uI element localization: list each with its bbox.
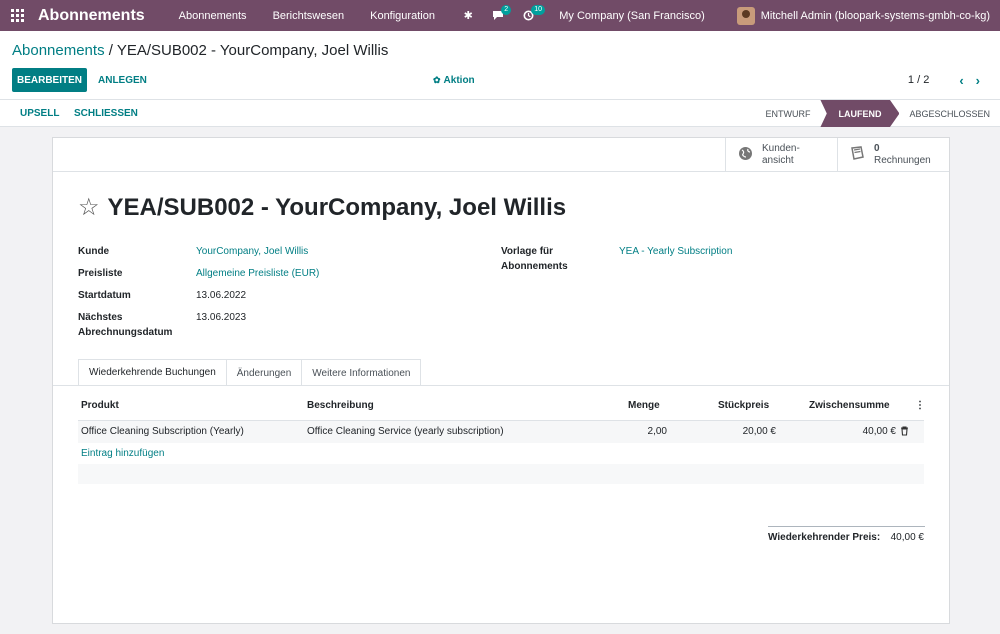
column-subtotal[interactable]: Zwischensumme xyxy=(809,400,890,411)
row-unit-price[interactable]: 20,00 € xyxy=(743,426,776,437)
stage-closed[interactable]: ABGESCHLOSSEN xyxy=(899,100,1000,127)
row-description[interactable]: Office Cleaning Service (yearly subscrip… xyxy=(307,426,504,437)
next-invoice-date-field[interactable]: 13.06.2023 xyxy=(196,310,246,325)
next-invoice-date-label: Nächstes Abrechnungsdatum xyxy=(78,310,172,340)
recurring-price-value: 40,00 € xyxy=(890,532,924,543)
breadcrumb-parent[interactable]: Abonnements xyxy=(12,42,105,59)
template-field[interactable]: YEA - Yearly Subscription xyxy=(619,244,732,259)
app-brand[interactable]: Abonnements xyxy=(38,7,145,25)
next-invoice-label-line2: Abrechnungsdatum xyxy=(78,327,173,338)
start-date-field[interactable]: 13.06.2022 xyxy=(196,288,246,303)
user-menu[interactable]: Mitchell Admin (bloopark-systems-gmbh-co… xyxy=(761,10,990,22)
upsell-button[interactable]: UPSELL xyxy=(20,100,59,127)
smart-button-box: Kunden-ansicht 0 Rechnungen xyxy=(53,138,949,172)
empty-table-row xyxy=(78,464,924,484)
stage-draft[interactable]: ENTWURF xyxy=(755,100,820,127)
chat-icon[interactable]: 2 xyxy=(483,0,513,31)
template-label: Vorlage für Abonnements xyxy=(501,244,568,274)
portal-label-line1: Kunden- xyxy=(762,143,800,154)
action-label: Aktion xyxy=(443,74,475,86)
start-date-label: Startdatum xyxy=(78,290,131,301)
stage-in-progress[interactable]: LAUFEND xyxy=(820,100,900,127)
record-title: YEA/SUB002 - YourCompany, Joel Willis xyxy=(107,193,567,221)
next-invoice-label-line1: Nächstes xyxy=(78,312,123,323)
totals-divider xyxy=(768,526,925,527)
customer-portal-button[interactable]: Kunden-ansicht xyxy=(725,138,837,172)
pricelist-field[interactable]: Allgemeine Preisliste (EUR) xyxy=(196,266,319,281)
breadcrumb: Abonnements / YEA/SUB002 - YourCompany, … xyxy=(12,42,388,59)
top-navbar: Abonnements Abonnements Berichtswesen Ko… xyxy=(0,0,1000,31)
row-product[interactable]: Office Cleaning Subscription (Yearly) xyxy=(81,426,244,437)
gear-icon: ✿ xyxy=(433,74,441,85)
avatar[interactable] xyxy=(736,6,755,25)
column-quantity[interactable]: Menge xyxy=(628,400,660,411)
pricelist-label: Preisliste xyxy=(78,268,123,279)
title-row: ☆ YEA/SUB002 - YourCompany, Joel Willis xyxy=(78,193,566,222)
customer-field[interactable]: YourCompany, Joel Willis xyxy=(196,244,308,259)
bug-icon[interactable]: ✱ xyxy=(453,0,483,31)
breadcrumb-current: YEA/SUB002 - YourCompany, Joel Willis xyxy=(116,42,389,59)
company-switcher[interactable]: My Company (San Francisco) xyxy=(559,10,705,22)
chevron-right-icon[interactable]: › xyxy=(976,73,980,88)
portal-label-line2: ansicht xyxy=(762,155,794,166)
chevron-left-icon[interactable]: ‹ xyxy=(959,73,963,88)
column-description[interactable]: Beschreibung xyxy=(307,400,374,411)
star-icon[interactable]: ☆ xyxy=(78,193,100,222)
breadcrumb-separator: / xyxy=(104,42,117,59)
close-button[interactable]: SCHLIESSEN xyxy=(74,100,138,127)
column-product[interactable]: Produkt xyxy=(81,400,119,411)
control-panel: Abonnements / YEA/SUB002 - YourCompany, … xyxy=(0,31,1000,127)
pager: 1 / 2 ‹ › xyxy=(908,68,980,92)
main-menu: Abonnements Berichtswesen Konfiguration xyxy=(179,10,461,22)
row-quantity[interactable]: 2,00 xyxy=(648,426,667,437)
create-button[interactable]: ANLEGEN xyxy=(98,68,147,92)
activity-badge: 10 xyxy=(531,5,546,15)
menu-item-subscriptions[interactable]: Abonnements xyxy=(179,10,247,22)
form-sheet: Kunden-ansicht 0 Rechnungen ☆ YEA/SUB002 … xyxy=(52,137,950,624)
pager-value[interactable]: 1 / 2 xyxy=(908,74,929,86)
menu-item-reporting[interactable]: Berichtswesen xyxy=(273,10,345,22)
tab-other-info[interactable]: Weitere Informationen xyxy=(301,359,422,386)
tab-recurring-lines[interactable]: Wiederkehrende Buchungen xyxy=(78,359,227,386)
invoices-button[interactable]: 0 Rechnungen xyxy=(837,138,949,172)
customer-label: Kunde xyxy=(78,246,110,257)
row-subtotal[interactable]: 40,00 € xyxy=(863,426,896,437)
trash-icon[interactable] xyxy=(900,426,909,439)
activity-icon[interactable]: 10 xyxy=(513,0,546,31)
edit-button[interactable]: BEARBEITEN xyxy=(12,68,87,92)
tab-changes[interactable]: Änderungen xyxy=(225,359,303,386)
template-label-line1: Vorlage für xyxy=(501,246,554,257)
column-unit-price[interactable]: Stückpreis xyxy=(718,400,769,411)
column-options-icon[interactable]: ⋮ xyxy=(915,400,925,411)
invoice-label: Rechnungen xyxy=(874,155,931,166)
systray: ✱ 2 10 My Company (San Francisco) Mitche… xyxy=(453,0,1000,31)
globe-icon xyxy=(738,146,753,165)
add-line-link[interactable]: Eintrag hinzufügen xyxy=(81,448,164,459)
chat-badge: 2 xyxy=(501,5,512,15)
menu-item-configuration[interactable]: Konfiguration xyxy=(370,10,435,22)
tab-divider xyxy=(53,385,949,386)
status-bar: ENTWURF LAUFEND ABGESCHLOSSEN xyxy=(755,100,1000,127)
template-label-line2: Abonnements xyxy=(501,261,568,272)
apps-menu-icon[interactable] xyxy=(0,0,34,31)
notebook-tabs: Wiederkehrende Buchungen Änderungen Weit… xyxy=(78,359,422,386)
action-menu[interactable]: ✿ Aktion xyxy=(433,68,475,92)
recurring-price-label: Wiederkehrender Preis: xyxy=(768,532,881,543)
book-icon xyxy=(850,146,865,164)
invoice-count: 0 xyxy=(874,143,880,154)
